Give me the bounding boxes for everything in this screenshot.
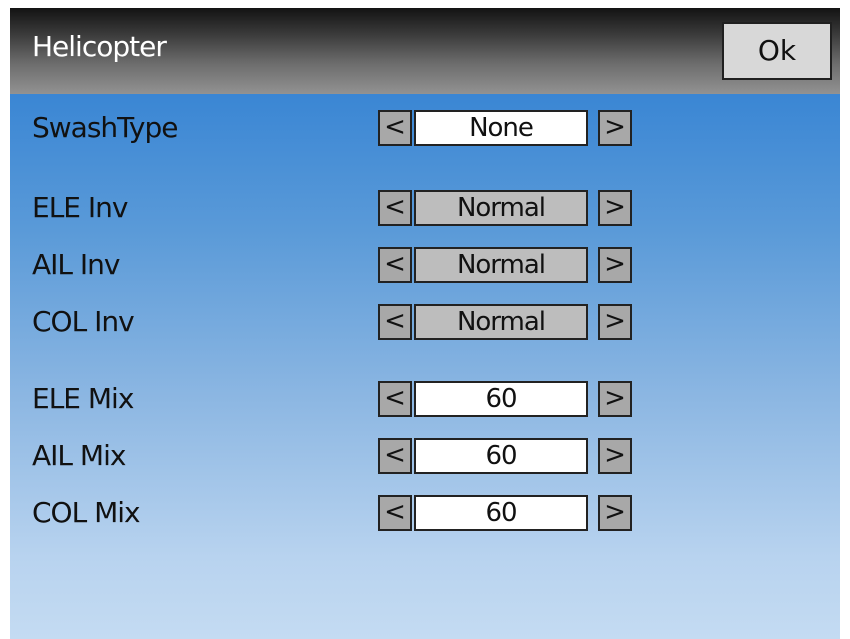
ele-inv-prev-button[interactable]: < bbox=[378, 190, 412, 226]
swashtype-value[interactable]: None bbox=[414, 110, 588, 146]
ail-mix-value[interactable]: 60 bbox=[414, 438, 588, 474]
row-ail-inv: AIL Inv < Normal > bbox=[10, 243, 840, 287]
ail-inv-label: AIL Inv bbox=[32, 248, 120, 281]
ele-inv-next-button[interactable]: > bbox=[598, 190, 632, 226]
ele-inv-label: ELE Inv bbox=[32, 191, 128, 224]
row-col-inv: COL Inv < Normal > bbox=[10, 300, 840, 344]
title-bar: Helicopter Ok bbox=[10, 8, 840, 94]
settings-panel: SwashType < None > ELE Inv < Normal > AI… bbox=[10, 94, 840, 639]
row-ele-inv: ELE Inv < Normal > bbox=[10, 186, 840, 230]
col-mix-next-button[interactable]: > bbox=[598, 495, 632, 531]
row-ail-mix: AIL Mix < 60 > bbox=[10, 434, 840, 478]
ele-inv-value[interactable]: Normal bbox=[414, 190, 588, 226]
col-mix-prev-button[interactable]: < bbox=[378, 495, 412, 531]
swashtype-prev-button[interactable]: < bbox=[378, 110, 412, 146]
ail-mix-next-button[interactable]: > bbox=[598, 438, 632, 474]
ail-inv-next-button[interactable]: > bbox=[598, 247, 632, 283]
row-ele-mix: ELE Mix < 60 > bbox=[10, 377, 840, 421]
page-title: Helicopter bbox=[32, 30, 167, 63]
ail-inv-prev-button[interactable]: < bbox=[378, 247, 412, 283]
ele-mix-next-button[interactable]: > bbox=[598, 381, 632, 417]
col-inv-label: COL Inv bbox=[32, 305, 135, 338]
ele-mix-label: ELE Mix bbox=[32, 382, 134, 415]
swashtype-label: SwashType bbox=[32, 111, 178, 144]
ail-inv-value[interactable]: Normal bbox=[414, 247, 588, 283]
helicopter-screen: Helicopter Ok SwashType < None > ELE Inv… bbox=[10, 8, 840, 639]
ail-mix-prev-button[interactable]: < bbox=[378, 438, 412, 474]
swashtype-next-button[interactable]: > bbox=[598, 110, 632, 146]
col-mix-label: COL Mix bbox=[32, 496, 141, 529]
ele-mix-prev-button[interactable]: < bbox=[378, 381, 412, 417]
row-swashtype: SwashType < None > bbox=[10, 106, 840, 150]
col-inv-prev-button[interactable]: < bbox=[378, 304, 412, 340]
row-col-mix: COL Mix < 60 > bbox=[10, 491, 840, 535]
col-inv-next-button[interactable]: > bbox=[598, 304, 632, 340]
ail-mix-label: AIL Mix bbox=[32, 439, 126, 472]
col-inv-value[interactable]: Normal bbox=[414, 304, 588, 340]
col-mix-value[interactable]: 60 bbox=[414, 495, 588, 531]
ok-button[interactable]: Ok bbox=[722, 22, 832, 80]
ele-mix-value[interactable]: 60 bbox=[414, 381, 588, 417]
